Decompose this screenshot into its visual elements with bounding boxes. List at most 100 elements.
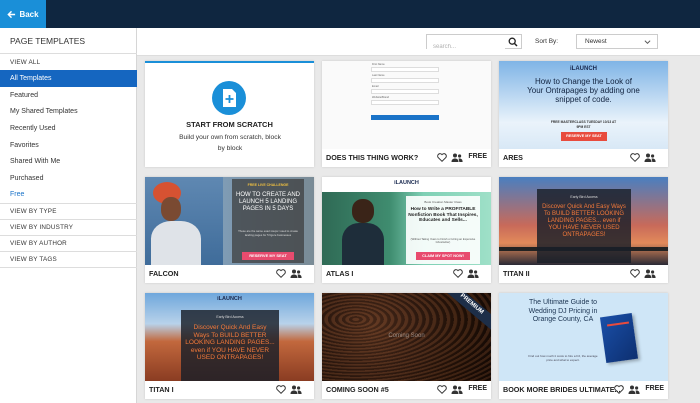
- heart-icon[interactable]: [614, 385, 624, 394]
- thumbnail-headline: Discover Quick And Easy Ways To BUILD BE…: [185, 324, 275, 361]
- card-title: ARES: [503, 153, 523, 162]
- thumbnail-book-cover: [599, 312, 639, 364]
- form-field-label: Last Name: [372, 74, 385, 77]
- sidebar-item-favorites[interactable]: Favorites: [0, 137, 137, 154]
- template-card[interactable]: Coming Soon PREMIUM COMING SOON #5 FREE: [322, 293, 491, 399]
- thumbnail-eyebrow: Early Bird Access: [216, 315, 244, 319]
- sidebar-section-view-all[interactable]: VIEW ALL: [0, 55, 137, 70]
- heart-icon[interactable]: [437, 385, 447, 394]
- template-thumbnail: First Name Last Name Email Website/Brand: [322, 61, 491, 149]
- sidebar-header: PAGE TEMPLATES: [0, 28, 137, 54]
- form-submit-bar: [371, 115, 439, 120]
- sidebar-item-recently-used[interactable]: Recently Used: [0, 120, 137, 137]
- form-field: [371, 67, 439, 72]
- sidebar-section-view-by-industry[interactable]: VIEW BY INDUSTRY: [0, 220, 137, 236]
- sort-select[interactable]: Newest: [576, 34, 658, 49]
- users-icon[interactable]: [467, 269, 479, 278]
- sidebar: PAGE TEMPLATES VIEW ALL All Templates Fe…: [0, 28, 137, 403]
- template-card[interactable]: The Ultimate Guide to Wedding DJ Pricing…: [499, 293, 668, 399]
- free-badge: FREE: [645, 385, 664, 392]
- top-bar: Back: [0, 0, 700, 28]
- thumbnail-logo: iLAUNCH: [570, 66, 597, 72]
- card-footer: DOES THIS THING WORK? FREE: [322, 149, 491, 167]
- template-card[interactable]: iLAUNCH Book Creation Master Class How t…: [322, 177, 491, 283]
- card-title: ATLAS I: [326, 269, 354, 278]
- template-card[interactable]: iLAUNCH Early Bird Access Discover Quick…: [145, 293, 314, 399]
- card-title: COMING SOON #5: [326, 385, 389, 394]
- template-thumbnail: Coming Soon PREMIUM: [322, 293, 491, 381]
- thumbnail-eyebrow: FREE LIVE CHALLENGE: [247, 183, 289, 187]
- card-footer: BOOK MORE BRIDES ULTIMATE... FREE: [499, 381, 668, 399]
- users-icon[interactable]: [451, 153, 463, 162]
- sidebar-item-shared-with-me[interactable]: Shared With Me: [0, 153, 137, 170]
- thumbnail-headline: Coming Soon: [388, 333, 425, 339]
- thumbnail-logo: iLAUNCH: [394, 180, 419, 186]
- heart-icon[interactable]: [276, 269, 286, 278]
- template-thumbnail: iLAUNCH Book Creation Master Class How t…: [322, 177, 491, 265]
- users-icon[interactable]: [451, 385, 463, 394]
- start-from-scratch-card[interactable]: START FROM SCRATCH Build your own from s…: [145, 61, 314, 167]
- search-icon[interactable]: [508, 37, 518, 47]
- thumbnail-headline: How to Change the Look of Your Ontrapage…: [527, 77, 640, 104]
- sidebar-list: VIEW ALL All Templates Featured My Share…: [0, 55, 137, 268]
- thumbnail-photo-shirt: [342, 223, 384, 265]
- thumbnail-cta: RESERVE MY SEAT: [242, 252, 294, 260]
- thumbnail-eyebrow: Book Creation Master Class: [424, 200, 462, 204]
- users-icon[interactable]: [644, 269, 656, 278]
- thumbnail-headline: HOW TO CREATE AND LAUNCH 5 LANDING PAGES…: [235, 192, 300, 212]
- sidebar-section-view-by-tags[interactable]: VIEW BY TAGS: [0, 252, 137, 268]
- users-icon[interactable]: [628, 385, 640, 394]
- card-title: TITAN II: [503, 269, 530, 278]
- form-field: [371, 78, 439, 83]
- sidebar-item-featured[interactable]: Featured: [0, 87, 137, 104]
- thumbnail-headline: How to Write a PROFITABLE Nonfiction Boo…: [408, 207, 478, 224]
- sidebar-section-view-by-type[interactable]: VIEW BY TYPE: [0, 204, 137, 220]
- sidebar-item-free[interactable]: Free: [0, 187, 137, 204]
- free-badge: FREE: [468, 153, 487, 160]
- scratch-title: START FROM SCRATCH: [186, 120, 273, 129]
- template-card[interactable]: Early Bird Access Discover Quick And Eas…: [499, 177, 668, 283]
- thumbnail-photo-shirt: [151, 221, 201, 265]
- heart-icon[interactable]: [453, 269, 463, 278]
- thumbnail-body: These are the same exact steps I used to…: [238, 229, 298, 237]
- users-icon[interactable]: [290, 385, 302, 394]
- template-card[interactable]: iLAUNCH How to Change the Look of Your O…: [499, 61, 668, 167]
- thumbnail-eyebrow: Early Bird Access: [570, 195, 598, 199]
- sidebar-item-my-shared-templates[interactable]: My Shared Templates: [0, 103, 137, 120]
- sort-select-value: Newest: [585, 38, 607, 45]
- heart-icon[interactable]: [630, 269, 640, 278]
- thumbnail-subtext: (Without Taking Years to Finish or Hirin…: [410, 238, 476, 245]
- scratch-description: Build your own from scratch, block by bl…: [179, 134, 281, 152]
- sidebar-section-view-by-author[interactable]: VIEW BY AUTHOR: [0, 236, 137, 252]
- thumbnail-subtext: FREE MASTERCLASS TUESDAY 10/13 AT 9PM ES…: [550, 120, 617, 129]
- card-footer: ARES: [499, 149, 668, 167]
- card-top-accent: [145, 61, 314, 63]
- heart-icon[interactable]: [276, 385, 286, 394]
- card-footer: COMING SOON #5 FREE: [322, 381, 491, 399]
- template-thumbnail: FREE LIVE CHALLENGE HOW TO CREATE AND LA…: [145, 177, 314, 265]
- thumbnail-photo-face: [352, 199, 374, 223]
- arrow-left-icon: [7, 10, 16, 18]
- users-icon[interactable]: [644, 153, 656, 162]
- heart-icon[interactable]: [630, 153, 640, 162]
- search-input[interactable]: [427, 40, 505, 54]
- heart-icon[interactable]: [437, 153, 447, 162]
- template-card[interactable]: FREE LIVE CHALLENGE HOW TO CREATE AND LA…: [145, 177, 314, 283]
- card-footer: TITAN II: [499, 265, 668, 283]
- form-field-label: Website/Brand: [372, 96, 389, 99]
- thumbnail-headline: Discover Quick And Easy Ways To BUILD BE…: [542, 204, 626, 238]
- chevron-down-icon: [644, 40, 651, 45]
- users-icon[interactable]: [290, 269, 302, 278]
- thumbnail-body: Find out how much it costs to hire a DJ,…: [528, 354, 598, 362]
- form-field: [371, 89, 439, 94]
- form-field: [371, 100, 439, 105]
- template-thumbnail: iLAUNCH How to Change the Look of Your O…: [499, 61, 668, 149]
- card-footer: ATLAS I: [322, 265, 491, 283]
- sidebar-item-purchased[interactable]: Purchased: [0, 170, 137, 187]
- add-page-icon: [212, 81, 246, 115]
- sidebar-item-all-templates[interactable]: All Templates: [0, 70, 137, 87]
- template-thumbnail: Early Bird Access Discover Quick And Eas…: [499, 177, 668, 265]
- template-card[interactable]: First Name Last Name Email Website/Brand…: [322, 61, 491, 167]
- back-button[interactable]: Back: [0, 0, 46, 28]
- free-badge: FREE: [468, 385, 487, 392]
